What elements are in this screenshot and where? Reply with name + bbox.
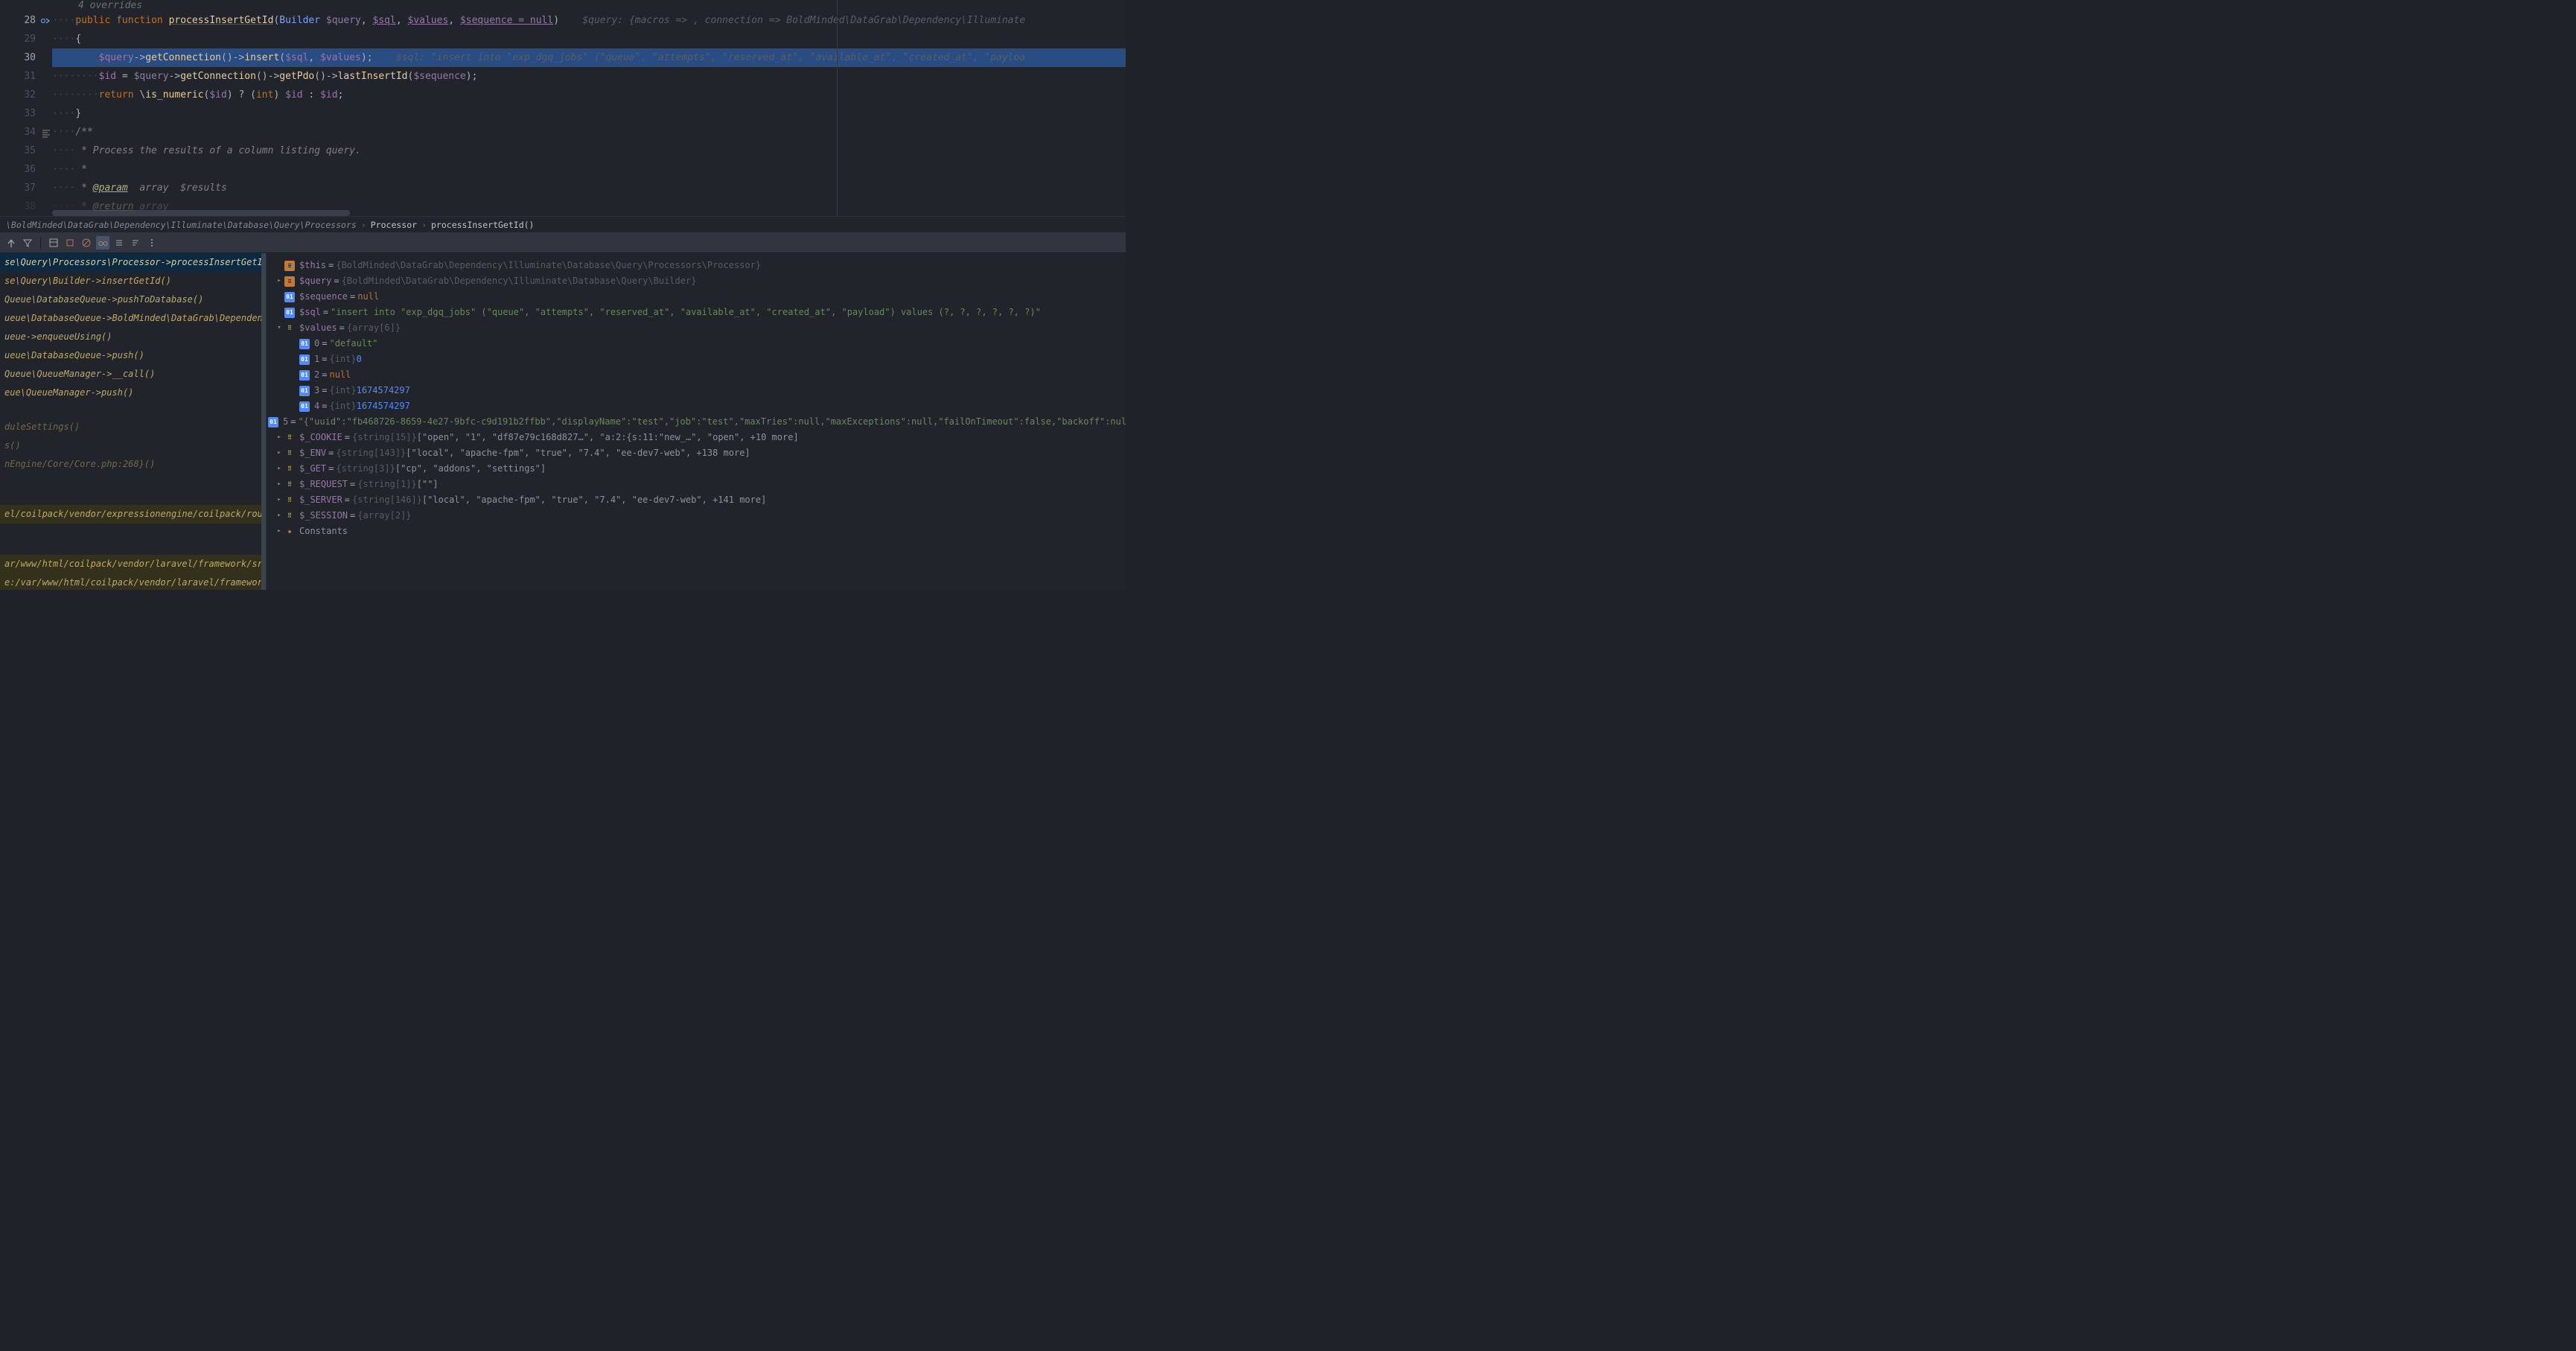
stack-frame[interactable]: [0, 524, 266, 539]
variable-row[interactable]: ▸⠿$_COOKIE = {string[15]} ["open", "1", …: [268, 430, 1124, 445]
breadcrumb-method[interactable]: processInsertGetId(): [431, 220, 534, 230]
filter-icon[interactable]: [21, 236, 34, 249]
frames-up-icon[interactable]: [4, 236, 18, 249]
expand-icon[interactable]: ▸: [274, 492, 284, 508]
code-line-33[interactable]: 33 ····}: [0, 104, 1126, 123]
stack-frame[interactable]: eue\QueueManager->push(): [0, 384, 266, 402]
variable-row[interactable]: ▸⠿$_SESSION = {array[2]}: [268, 508, 1124, 524]
variable-row[interactable]: ▸⠿$_GET = {string[3]} ["cp", "addons", "…: [268, 461, 1124, 477]
expand-icon[interactable]: ▸: [274, 461, 284, 477]
type-badge-icon: ⠿: [284, 464, 295, 474]
variables-panel[interactable]: ≡$this = {BoldMinded\DataGrab\Dependency…: [267, 253, 1126, 590]
stack-frame[interactable]: Queue\DatabaseQueue->pushToDatabase(): [0, 290, 266, 309]
layout-icon[interactable]: [47, 236, 60, 249]
expand-icon[interactable]: ▸: [274, 508, 284, 524]
expand-icon[interactable]: ▸: [274, 524, 284, 539]
variable-row[interactable]: 012 = null: [268, 367, 1124, 383]
stack-frame[interactable]: [0, 402, 266, 418]
variable-row[interactable]: ≡$this = {BoldMinded\DataGrab\Dependency…: [268, 258, 1124, 273]
inlay-hint: $query: {macros => , connection => BoldM…: [577, 15, 1026, 26]
type-badge-icon: ≡: [284, 276, 295, 287]
variable-row[interactable]: ▸◆Constants: [268, 524, 1124, 539]
variable-row[interactable]: 010 = "default": [268, 336, 1124, 352]
more-icon[interactable]: [145, 236, 159, 249]
variable-row[interactable]: 013 = {int} 1674574297: [268, 383, 1124, 398]
stack-frame[interactable]: ueue\DatabaseQueue->BoldMinded\DataGrab\…: [0, 309, 266, 328]
stack-frame[interactable]: [0, 474, 266, 489]
code-line-35[interactable]: 35 ···· * Process the results of a colum…: [0, 142, 1126, 160]
variable-row[interactable]: ▸≡$query = {BoldMinded\DataGrab\Dependen…: [268, 273, 1124, 289]
stack-frame[interactable]: duleSettings(): [0, 418, 266, 436]
expand-icon[interactable]: ▸: [274, 445, 284, 461]
stack-frame[interactable]: e:/var/www/html/coilpack/vendor/laravel/…: [0, 573, 266, 590]
ruler-line: [837, 0, 838, 216]
horizontal-scrollbar[interactable]: [52, 210, 350, 216]
code-line-32[interactable]: 32 ········return \is_numeric($id) ? (in…: [0, 86, 1126, 104]
expand-icon[interactable]: ▾: [274, 320, 284, 336]
stack-frame[interactable]: el/coilpack/vendor/expressionengine/coil…: [0, 505, 266, 524]
type-badge-icon: ⠿: [284, 495, 295, 506]
type-badge-icon: 01: [299, 339, 310, 349]
type-badge-icon: ⠿: [284, 323, 295, 334]
glasses-icon[interactable]: [96, 236, 109, 249]
breadcrumb-namespace[interactable]: \BoldMinded\DataGrab\Dependency\Illumina…: [6, 220, 357, 230]
type-badge-icon: ⠿: [284, 433, 295, 443]
type-badge-icon: 01: [299, 370, 310, 381]
stack-frames-panel[interactable]: se\Query\Processors\Processor->processIn…: [0, 253, 267, 590]
stack-frame[interactable]: se\Query\Processors\Processor->processIn…: [0, 253, 266, 272]
expand-icon[interactable]: ▸: [274, 477, 284, 492]
code-line-28[interactable]: 28 ····public function processInsertGetI…: [0, 11, 1126, 30]
expand-icon[interactable]: ▸: [274, 273, 284, 289]
stack-frame[interactable]: se\Query\Builder->insertGetId(): [0, 272, 266, 290]
debug-toolbar: [0, 232, 1126, 253]
type-badge-icon: 01: [299, 401, 310, 412]
variable-row[interactable]: 01$sequence = null: [268, 289, 1124, 305]
variable-row[interactable]: 011 = {int} 0: [268, 352, 1124, 367]
stack-frame[interactable]: nEngine/Core/Core.php:268}(): [0, 455, 266, 474]
variable-row[interactable]: ▸⠿$_SERVER = {string[146]} ["local", "ap…: [268, 492, 1124, 508]
type-badge-icon: 01: [284, 308, 295, 318]
variable-row[interactable]: ▸⠿$_REQUEST = {string[1]} [""]: [268, 477, 1124, 492]
code-line-36[interactable]: 36 ···· *: [0, 160, 1126, 179]
restore-icon[interactable]: [63, 236, 77, 249]
breadcrumb[interactable]: \BoldMinded\DataGrab\Dependency\Illumina…: [0, 216, 1126, 232]
editor-pane[interactable]: 4 overrides 28 ····public function proce…: [0, 0, 1126, 216]
variable-row[interactable]: ▾⠿$values = {array[6]}: [268, 320, 1124, 336]
variable-row[interactable]: 01$sql = "insert into "exp_dgq_jobs" ("q…: [268, 305, 1124, 320]
mute-icon[interactable]: [80, 236, 93, 249]
stack-frame[interactable]: Queue\QueueManager->__call(): [0, 365, 266, 384]
code-line-34[interactable]: 34 ····/**: [0, 123, 1126, 142]
type-badge-icon: 01: [299, 386, 310, 396]
stack-frame[interactable]: s(): [0, 436, 266, 455]
stack-frame[interactable]: [0, 539, 266, 555]
inlay-hint: $sql: "insert into "exp_dgq_jobs" ("queu…: [390, 52, 1025, 63]
sort-icon[interactable]: [129, 236, 142, 249]
type-badge-icon: 01: [268, 417, 278, 427]
type-badge-icon: ◆: [284, 527, 295, 537]
override-hint[interactable]: 4 overrides: [0, 0, 1126, 11]
expand-icon[interactable]: ▸: [274, 430, 284, 445]
code-line-37[interactable]: 37 ···· * @param array $results: [0, 179, 1126, 197]
method-name[interactable]: processInsertGetId: [169, 15, 274, 26]
type-badge-icon: ⠿: [284, 480, 295, 490]
type-badge-icon: 01: [299, 355, 310, 365]
type-badge-icon: ≡: [284, 261, 295, 271]
type-badge-icon: ⠿: [284, 511, 295, 521]
variable-row[interactable]: 014 = {int} 1674574297: [268, 398, 1124, 414]
stack-frame[interactable]: ar/www/html/coilpack/vendor/laravel/fram…: [0, 555, 266, 573]
type-badge-icon: 01: [284, 292, 295, 302]
breadcrumb-class[interactable]: Processor: [371, 220, 417, 230]
code-line-29[interactable]: 29 ····{: [0, 30, 1126, 48]
variable-row[interactable]: 015 = "{"uuid":"fb468726-8659-4e27-9bfc-…: [268, 414, 1124, 430]
type-badge-icon: ⠿: [284, 448, 295, 459]
variable-row[interactable]: ▸⠿$_ENV = {string[143]} ["local", "apach…: [268, 445, 1124, 461]
stack-frame[interactable]: ueue->enqueueUsing(): [0, 328, 266, 346]
list-icon[interactable]: [112, 236, 126, 249]
stack-frame[interactable]: ueue\DatabaseQueue->push(): [0, 346, 266, 365]
code-line-30[interactable]: 30 ········$query->getConnection()->inse…: [0, 48, 1126, 67]
stack-frame[interactable]: [0, 489, 266, 505]
code-line-31[interactable]: 31 ········$id = $query->getConnection()…: [0, 67, 1126, 86]
